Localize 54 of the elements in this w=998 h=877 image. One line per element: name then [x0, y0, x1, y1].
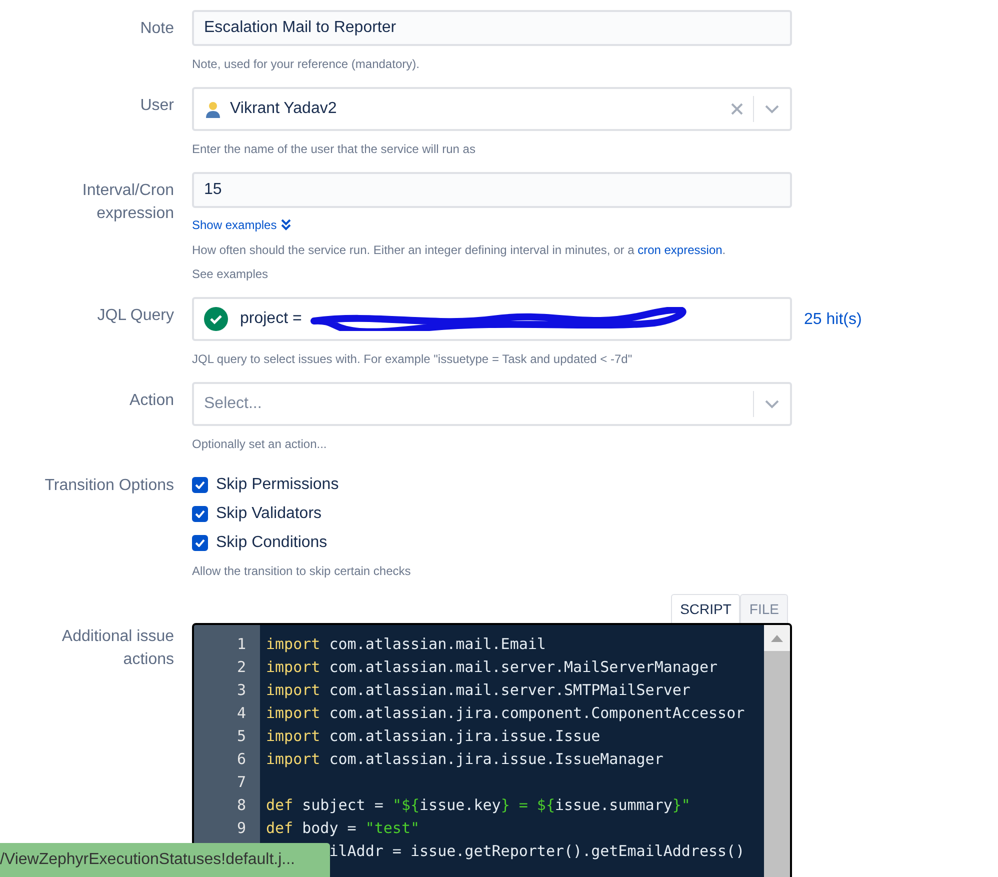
- line-number: 5: [236, 726, 247, 747]
- code-line: import com.atlassian.jira.component.ComponentAccessor: [266, 703, 746, 724]
- note-field[interactable]: Escalation Mail to Reporter: [192, 10, 792, 46]
- checkbox-option[interactable]: Skip Permissions: [192, 475, 792, 495]
- checkbox[interactable]: [192, 535, 208, 551]
- interval-field[interactable]: 15: [192, 172, 792, 208]
- line-number: 1: [236, 634, 247, 655]
- help-text: Enter the name of the user that the service will run as: [192, 141, 476, 157]
- status-url: /ViewZephyrExecutionStatuses!default.j...: [0, 843, 330, 877]
- code-line: def body = "test": [266, 818, 421, 839]
- checkbox[interactable]: [192, 506, 208, 522]
- help-text: See examples: [192, 266, 270, 282]
- code-line: def subject = "${issue.key} = ${issue.summary}": [266, 795, 692, 816]
- help-text: How often should the service run. Either an integer defining interval in minutes, or a cron expression.: [192, 242, 727, 258]
- code-line: import com.atlassian.jira.issue.IssueManager: [266, 749, 664, 770]
- field-label: Action: [128, 391, 174, 411]
- check-icon: [195, 481, 205, 489]
- field-label: Interval/Cron expression: [81, 181, 174, 224]
- double-chevron-icon: [280, 219, 291, 231]
- field-label: JQL Query: [96, 306, 174, 326]
- field-label: User: [139, 96, 174, 116]
- help-text: Note, used for your reference (mandatory).: [192, 56, 420, 72]
- checkbox[interactable]: [192, 477, 208, 493]
- field-label: Note: [139, 19, 174, 39]
- action-select[interactable]: Select...: [192, 382, 792, 426]
- query-text: project =: [240, 310, 302, 328]
- jql-field[interactable]: project =: [192, 297, 792, 341]
- hits-count[interactable]: 25 hit(s): [804, 297, 862, 341]
- code-line: import com.atlassian.mail.server.SMTPMailServer: [266, 680, 692, 701]
- field-label: Transition Options: [44, 476, 174, 496]
- checkbox-option[interactable]: Skip Validators: [192, 504, 792, 524]
- field-label: Additional issue actions: [60, 627, 174, 670]
- code-line: import com.atlassian.mail.server.MailServerManager: [266, 657, 719, 678]
- line-number: 9: [236, 818, 247, 839]
- help-text: Optionally set an action...: [192, 436, 328, 452]
- line-number: 8: [236, 795, 247, 816]
- show-examples-link[interactable]: Show examples: [192, 218, 291, 232]
- checkbox-option[interactable]: Skip Conditions: [192, 533, 792, 553]
- scroll-up-icon: [771, 634, 783, 642]
- code-line: import com.atlassian.mail.Email: [266, 634, 547, 655]
- line-number: 4: [236, 703, 247, 724]
- line-number: 3: [236, 680, 247, 701]
- avatar-icon: [204, 100, 222, 118]
- scrollbar[interactable]: [764, 625, 790, 877]
- editor-tab[interactable]: SCRIPT: [671, 594, 740, 623]
- line-number: 2: [236, 657, 247, 678]
- cron-link[interactable]: cron expression: [638, 243, 722, 257]
- help-text: JQL query to select issues with. For example "issuetype = Task and updated < -7d": [192, 351, 634, 367]
- help-text: Allow the transition to skip certain checks: [192, 563, 412, 579]
- check-icon: [195, 539, 205, 547]
- code-line: import com.atlassian.jira.issue.Issue: [266, 726, 602, 747]
- line-number: 7: [236, 772, 247, 793]
- line-number: 6: [236, 749, 247, 770]
- check-icon: [195, 510, 205, 518]
